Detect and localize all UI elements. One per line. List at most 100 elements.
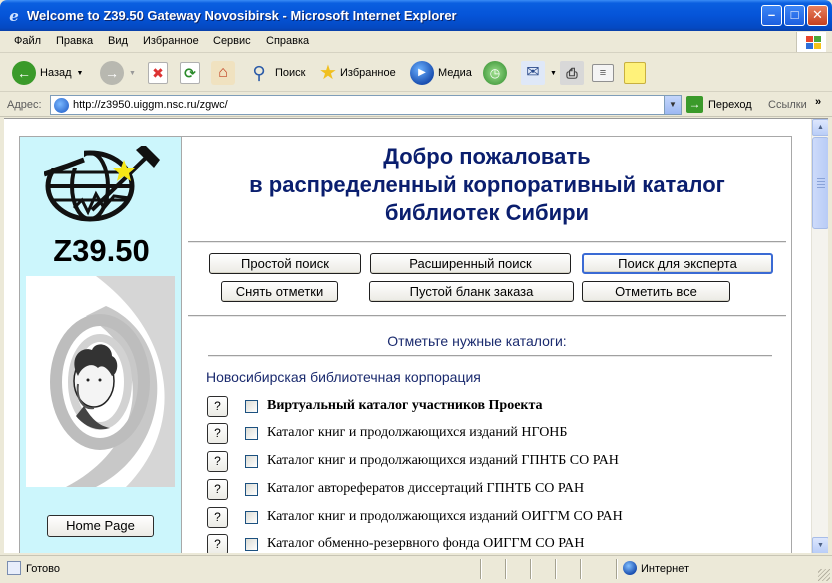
expert-search-button[interactable]: Поиск для эксперта <box>582 253 773 274</box>
catalog-label: Каталог авторефератов диссертаций ГПНТБ … <box>267 481 585 496</box>
pushkin-portrait <box>26 276 175 487</box>
brand-title: Z39.50 <box>53 233 150 268</box>
ie-icon[interactable]: e <box>6 8 22 24</box>
dropdown-icon[interactable]: ▼ <box>77 70 84 77</box>
close-button[interactable]: ✕ <box>807 5 828 26</box>
resize-grip-icon[interactable] <box>818 569 830 581</box>
mail-icon: ✉ <box>521 61 545 85</box>
mark-all-button[interactable]: Отметить все <box>582 281 730 302</box>
welcome-line-2: в распределенный корпоративный каталог <box>249 172 725 197</box>
back-button[interactable]: ← Назад ▼ <box>12 60 83 86</box>
forward-button[interactable]: → ▼ <box>100 60 136 86</box>
favorites-button[interactable]: ★ Избранное <box>316 60 396 86</box>
search-button[interactable]: ⚲ Поиск <box>247 60 305 86</box>
go-button[interactable]: → Переход <box>686 96 752 113</box>
portrait-illustration <box>26 276 175 487</box>
catalog-checkbox[interactable] <box>245 455 258 468</box>
catalog-label: Каталог книг и продолжающихся изданий НГ… <box>267 425 568 440</box>
window-title: Welcome to Z39.50 Gateway Novosibirsk - … <box>27 8 457 23</box>
catalog-row: ? Каталог авторефератов диссертаций ГПНТ… <box>207 479 767 501</box>
mail-button[interactable]: ✉ ▼ <box>521 60 557 86</box>
vertical-scrollbar[interactable]: ▲ ▼ <box>811 119 828 553</box>
status-separator <box>555 559 557 579</box>
windows-logo-icon <box>796 32 826 52</box>
edit-button[interactable]: ≡ <box>592 60 614 86</box>
menu-help[interactable]: Справка <box>266 35 309 47</box>
scroll-thumb[interactable] <box>812 137 828 229</box>
page-icon <box>54 98 69 113</box>
catalog-checkbox[interactable] <box>245 427 258 440</box>
catalog-help-button[interactable]: ? <box>207 479 228 500</box>
menu-edit[interactable]: Правка <box>56 35 93 47</box>
back-label: Назад <box>40 67 72 79</box>
page-status-icon <box>7 561 21 575</box>
menu-file[interactable]: Файл <box>14 35 41 47</box>
links-label[interactable]: Ссылки <box>768 99 807 111</box>
dropdown-icon[interactable]: ▼ <box>129 70 136 77</box>
status-separator <box>616 559 618 579</box>
title-bar: e Welcome to Z39.50 Gateway Novosibirsk … <box>0 0 832 31</box>
catalog-help-button[interactable]: ? <box>207 396 228 417</box>
empty-order-form-button[interactable]: Пустой бланк заказа <box>369 281 574 302</box>
address-input[interactable]: http://z3950.uiggm.nsc.ru/zgwc/ ▼ <box>50 95 682 115</box>
dropdown-icon[interactable]: ▼ <box>550 70 557 77</box>
refresh-button[interactable]: ⟳ <box>180 60 200 86</box>
address-dropdown-icon[interactable]: ▼ <box>664 96 681 114</box>
favorites-label: Избранное <box>340 67 396 79</box>
zone-text: Интернет <box>641 563 689 575</box>
back-arrow-icon: ← <box>12 61 36 85</box>
status-separator <box>530 559 532 579</box>
menu-view[interactable]: Вид <box>108 35 128 47</box>
menu-tools[interactable]: Сервис <box>213 35 251 47</box>
status-text: Готово <box>26 563 60 575</box>
status-separator <box>480 559 482 579</box>
internet-zone-icon <box>623 561 637 575</box>
left-panel: Z39.50 Home Page <box>19 136 182 553</box>
status-bar: Готово Интернет <box>0 555 832 583</box>
catalog-row: ? Каталог книг и продолжающихся изданий … <box>207 423 767 445</box>
catalog-checkbox[interactable] <box>245 538 258 551</box>
menu-favorites[interactable]: Избранное <box>143 35 199 47</box>
media-icon: ▶ <box>410 61 434 85</box>
address-url[interactable]: http://z3950.uiggm.nsc.ru/zgwc/ <box>73 99 228 111</box>
links-chevron-icon[interactable]: » <box>815 96 821 108</box>
edit-icon: ≡ <box>592 64 614 82</box>
page-viewport: Z39.50 Home Page Добро пожаловать в расп… <box>4 118 828 553</box>
right-panel: Добро пожаловать в распределенный корпор… <box>182 136 792 553</box>
refresh-icon: ⟳ <box>180 62 200 84</box>
catalog-row: ? Каталог книг и продолжающихся изданий … <box>207 507 767 529</box>
printer-icon: ⎙ <box>560 61 584 85</box>
simple-search-button[interactable]: Простой поиск <box>209 253 361 274</box>
divider <box>208 355 772 357</box>
catalog-checkbox[interactable] <box>245 400 258 413</box>
home-button[interactable]: ⌂ <box>211 60 235 86</box>
toolbar: ← Назад ▼ → ▼ ✖ ⟳ ⌂ ⚲ Поиск ★ Избранное … <box>0 54 832 92</box>
advanced-search-button[interactable]: Расширенный поиск <box>370 253 571 274</box>
scroll-up-icon[interactable]: ▲ <box>812 119 828 136</box>
scroll-down-icon[interactable]: ▼ <box>812 537 828 553</box>
print-button[interactable]: ⎙ <box>560 60 584 86</box>
catalog-label: Каталог обменно-резервного фонда ОИГГМ С… <box>267 536 585 551</box>
minimize-button[interactable]: – <box>761 5 782 26</box>
home-page-button[interactable]: Home Page <box>47 515 154 537</box>
media-button[interactable]: ▶ Медиа <box>410 60 472 86</box>
menu-bar: Файл Правка Вид Избранное Сервис Справка <box>0 31 832 53</box>
address-bar: Адрес: http://z3950.uiggm.nsc.ru/zgwc/ ▼… <box>0 93 832 117</box>
catalog-help-button[interactable]: ? <box>207 507 228 528</box>
maximize-button[interactable]: □ <box>784 5 805 26</box>
catalog-checkbox[interactable] <box>245 511 258 524</box>
messenger-button[interactable] <box>624 60 646 86</box>
history-button[interactable]: ◷ <box>483 60 507 86</box>
institute-logo-icon <box>44 146 160 222</box>
catalog-help-button[interactable]: ? <box>207 534 228 553</box>
stop-button[interactable]: ✖ <box>148 60 168 86</box>
welcome-heading: Добро пожаловать в распределенный корпор… <box>182 143 792 227</box>
catalog-help-button[interactable]: ? <box>207 423 228 444</box>
go-arrow-icon: → <box>686 96 703 113</box>
divider <box>188 315 786 317</box>
catalog-row: ? Виртуальный каталог участников Проекта <box>207 396 767 418</box>
catalog-checkbox[interactable] <box>245 483 258 496</box>
catalog-label: Каталог книг и продолжающихся изданий ГП… <box>267 453 619 468</box>
catalog-help-button[interactable]: ? <box>207 451 228 472</box>
clear-marks-button[interactable]: Снять отметки <box>221 281 338 302</box>
